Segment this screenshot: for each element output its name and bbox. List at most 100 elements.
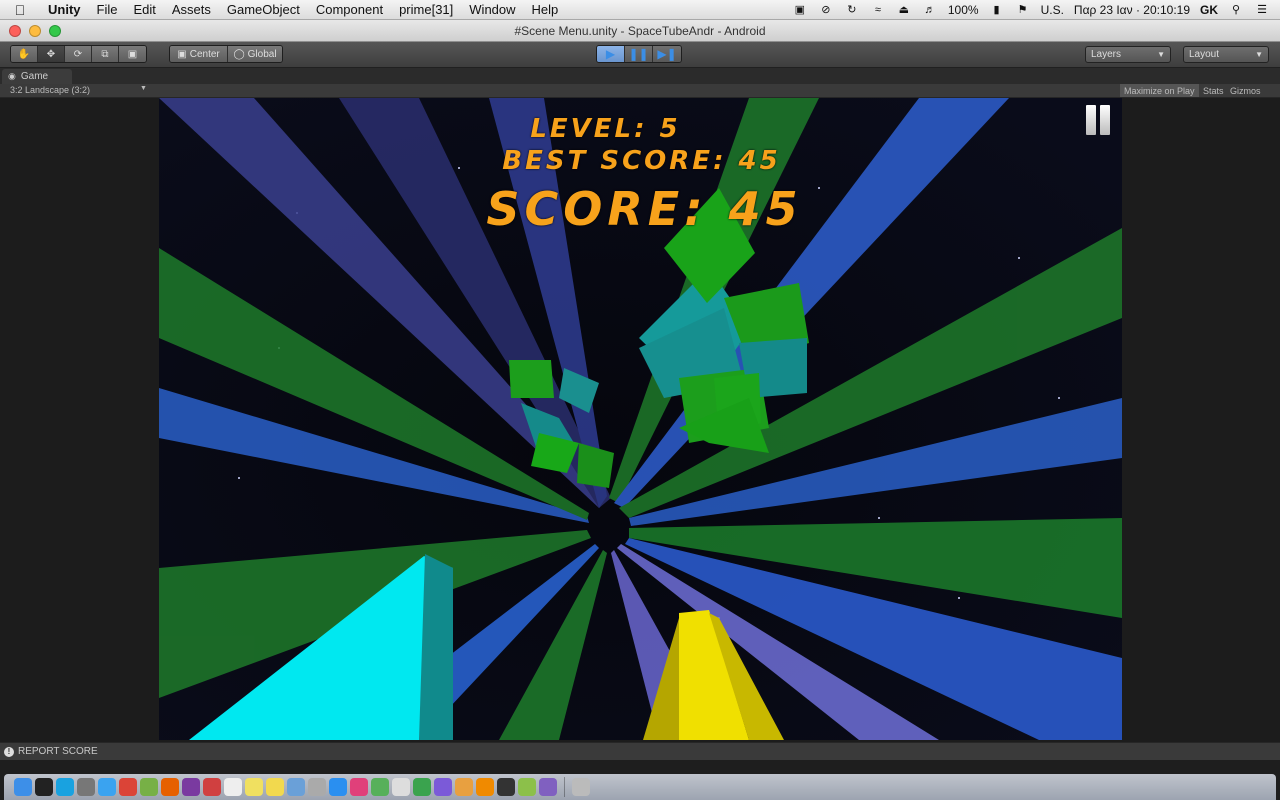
window-title-bar: #Scene Menu.unity - SpaceTubeAndr - Andr…: [0, 20, 1280, 42]
stickies-icon[interactable]: [266, 778, 284, 796]
vlc-icon[interactable]: [476, 778, 494, 796]
apple-menu-icon[interactable]: : [0, 2, 40, 18]
maximize-on-play-toggle[interactable]: Maximize on Play: [1120, 84, 1199, 97]
pivot-toggles: ▣ Center ◯ Global: [169, 45, 283, 63]
volume-icon[interactable]: ♬: [922, 3, 938, 17]
zoom-window-button[interactable]: [49, 24, 61, 37]
wifi-icon[interactable]: ≈: [870, 3, 886, 17]
pause-icon: ❚❚: [628, 47, 649, 61]
maps-icon[interactable]: [371, 778, 389, 796]
notification-center-icon[interactable]: ☰: [1254, 3, 1270, 17]
unity-icon[interactable]: [497, 778, 515, 796]
pivot-label: Center: [189, 48, 220, 60]
battery-icon[interactable]: ▮: [989, 3, 1005, 17]
tab-game[interactable]: ◉ Game: [2, 69, 72, 84]
layers-dropdown[interactable]: Layers ▼: [1085, 46, 1171, 63]
score-label: SCORE: 45: [486, 182, 803, 236]
scale-tool-button[interactable]: ⧉: [92, 46, 119, 62]
scale-icon: ⧉: [101, 48, 109, 60]
input-source[interactable]: U.S.: [1041, 3, 1064, 17]
gizmos-toggle[interactable]: Gizmos: [1226, 84, 1265, 97]
menu-bar:  Unity File Edit Assets GameObject Comp…: [0, 0, 1280, 20]
layout-dropdown[interactable]: Layout ▼: [1183, 46, 1269, 63]
menu-help[interactable]: Help: [524, 2, 567, 17]
menu-component[interactable]: Component: [308, 2, 391, 17]
move-icon: ✥: [46, 48, 56, 60]
safari-icon[interactable]: [98, 778, 116, 796]
minimize-window-button[interactable]: [29, 24, 41, 37]
imovie-icon[interactable]: [434, 778, 452, 796]
rect-tool-button[interactable]: ▣: [119, 46, 146, 62]
close-window-button[interactable]: [9, 24, 21, 37]
pause-button[interactable]: ❚❚: [625, 46, 653, 62]
status-message: REPORT SCORE: [18, 746, 98, 757]
finder-icon[interactable]: [14, 778, 32, 796]
pivot-icon: ▣: [177, 48, 187, 60]
game-view-icon: ◉: [8, 71, 16, 81]
pivot-center-toggle[interactable]: ▣ Center: [170, 46, 228, 62]
rect-icon: ▣: [127, 48, 138, 60]
trash-icon[interactable]: [572, 778, 590, 796]
textedit-icon[interactable]: [392, 778, 410, 796]
skype-icon[interactable]: [56, 778, 74, 796]
utorrent-icon[interactable]: [140, 778, 158, 796]
play-icon: ▶: [605, 47, 616, 61]
calendar-icon[interactable]: [224, 778, 242, 796]
level-label: LEVEL: 5: [530, 114, 681, 144]
menu-gameobject[interactable]: GameObject: [219, 2, 308, 17]
pause-game-button[interactable]: [1086, 105, 1112, 135]
menu-window[interactable]: Window: [461, 2, 523, 17]
system-preferences-icon[interactable]: [77, 778, 95, 796]
space-label: Global: [247, 48, 277, 60]
space-global-toggle[interactable]: ◯ Global: [228, 46, 282, 62]
app-icon-purple[interactable]: [539, 778, 557, 796]
game-viewport[interactable]: LEVEL: 5 BEST SCORE: 45 SCORE: 45: [159, 98, 1122, 740]
chevron-down-icon: ▼: [1255, 50, 1263, 59]
app-icon-red[interactable]: [203, 778, 221, 796]
tab-game-label: Game: [20, 71, 49, 82]
user-name[interactable]: GK: [1200, 3, 1218, 17]
itunes-icon[interactable]: [350, 778, 368, 796]
terminal-icon[interactable]: [35, 778, 53, 796]
flag-icon[interactable]: ⚑: [1015, 3, 1031, 17]
step-button[interactable]: ▶❚: [653, 46, 681, 62]
move-tool-button[interactable]: ✥: [38, 46, 65, 62]
launchpad-icon[interactable]: [308, 778, 326, 796]
numbers-icon[interactable]: [413, 778, 431, 796]
android-icon[interactable]: [518, 778, 536, 796]
transform-tools: ✋ ✥ ⟳ ⧉ ▣: [10, 45, 147, 63]
spotlight-icon[interactable]: ⚲: [1228, 3, 1244, 17]
play-controls: ▶ ❚❚ ▶❚: [596, 45, 682, 63]
menu-edit[interactable]: Edit: [125, 2, 163, 17]
stats-toggle[interactable]: Stats: [1199, 84, 1228, 97]
eject-icon[interactable]: ⏏: [896, 3, 912, 17]
game-view-area: LEVEL: 5 BEST SCORE: 45 SCORE: 45: [0, 98, 1280, 742]
photo-icon[interactable]: [455, 778, 473, 796]
unity-toolbar: ✋ ✥ ⟳ ⧉ ▣ ▣ Center ◯ Global ▶ ❚❚ ▶❚ Layers…: [0, 42, 1280, 68]
menu-file[interactable]: File: [89, 2, 126, 17]
rotate-icon: ⟳: [73, 48, 83, 60]
time-machine-icon[interactable]: ↻: [844, 3, 860, 17]
hand-tool-button[interactable]: ✋: [11, 46, 38, 62]
clock[interactable]: Παρ 23 Ιαν · 20:10:19: [1074, 3, 1190, 17]
do-not-disturb-icon[interactable]: ⊘: [818, 3, 834, 17]
menu-prime31[interactable]: prime[31]: [391, 2, 461, 17]
chrome-icon[interactable]: [119, 778, 137, 796]
preview-icon[interactable]: [287, 778, 305, 796]
notes-icon[interactable]: [245, 778, 263, 796]
dock-separator: [564, 777, 565, 797]
app-store-icon[interactable]: [329, 778, 347, 796]
console-status-bar[interactable]: ! REPORT SCORE: [0, 742, 1280, 760]
rotate-tool-button[interactable]: ⟳: [65, 46, 92, 62]
layout-label: Layout: [1189, 49, 1220, 60]
firefox-icon[interactable]: [161, 778, 179, 796]
layers-label: Layers: [1091, 49, 1122, 60]
menu-assets[interactable]: Assets: [164, 2, 219, 17]
menu-app-name[interactable]: Unity: [40, 2, 89, 17]
dock-area: [0, 760, 1280, 800]
play-button[interactable]: ▶: [597, 46, 625, 62]
dropbox-icon[interactable]: ▣: [792, 3, 808, 17]
battery-percent[interactable]: 100%: [948, 3, 979, 17]
onenote-icon[interactable]: [182, 778, 200, 796]
aspect-ratio-dropdown[interactable]: 3:2 Landscape (3:2): [10, 85, 90, 95]
